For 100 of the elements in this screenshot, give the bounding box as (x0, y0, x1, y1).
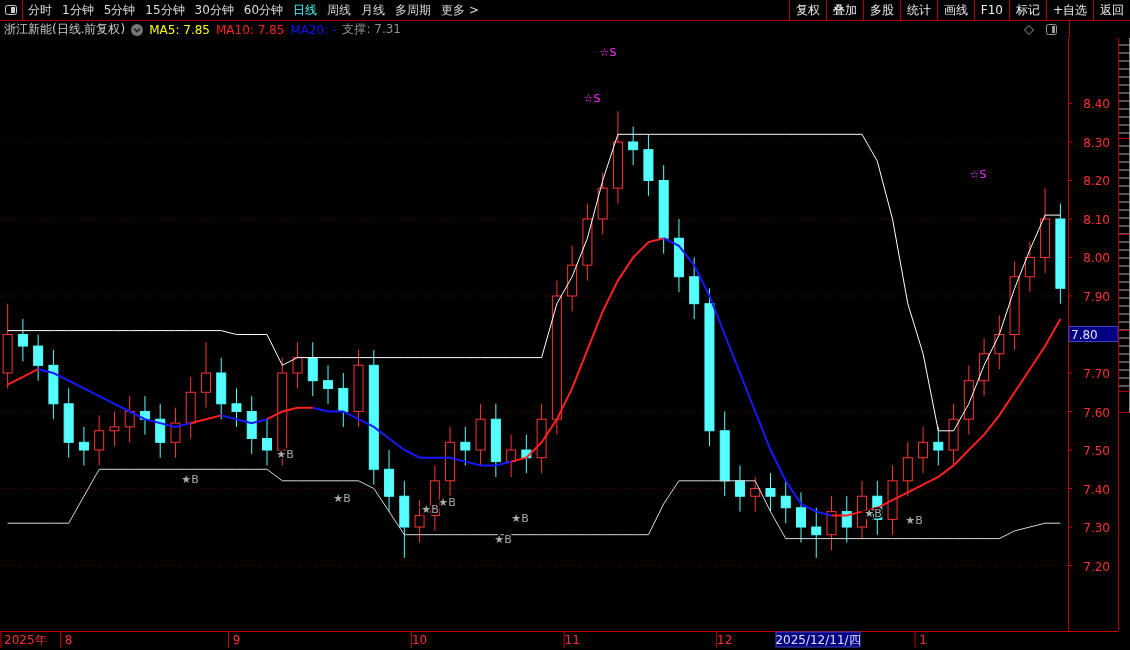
candlestick (841, 495, 852, 543)
candlestick (460, 426, 471, 466)
dropdown-icon[interactable] (131, 23, 144, 36)
candlestick (216, 357, 227, 420)
signal-marker: ★B (905, 514, 923, 527)
date-axis-label: 8 (64, 633, 73, 647)
signal-marker: ★B (181, 473, 199, 486)
candlestick (643, 133, 654, 197)
candlestick (689, 257, 700, 320)
price-axis-label: 7.70 (1083, 367, 1110, 381)
toolbar-button[interactable]: 叠加 (825, 0, 863, 20)
candlestick (139, 395, 150, 436)
toolbar-button[interactable]: 统计 (899, 0, 937, 20)
candlestick (521, 434, 532, 474)
indicator-value: 支撑: 7.31 (342, 21, 401, 38)
price-axis-label: 8.20 (1083, 174, 1110, 189)
candlestick (796, 491, 806, 543)
candlestick (887, 464, 898, 536)
period-tab[interactable]: 1分钟 (57, 0, 99, 20)
candlestick (246, 395, 257, 455)
candlestick (948, 403, 959, 466)
year-label: 2025年 (4, 633, 47, 647)
candlestick (765, 472, 776, 513)
date-axis-label: 10 (411, 633, 428, 647)
candlestick (918, 426, 929, 474)
toolbar-button[interactable]: 复权 (788, 0, 826, 20)
toolbar-button[interactable]: 返回 (1093, 0, 1130, 20)
candlestick (811, 507, 822, 559)
candlestick (307, 341, 318, 397)
period-tab[interactable]: 60分钟 (238, 0, 289, 20)
candlestick (902, 441, 913, 497)
price-axis-label: 7.90 (1083, 290, 1110, 304)
cursor-date-label: 2025/12/11/四 (775, 631, 861, 648)
price-axis-label: 7.50 (1083, 444, 1110, 458)
period-tab[interactable]: 多周期 (390, 0, 437, 20)
panel-toggle-icon[interactable] (1046, 24, 1057, 35)
candlestick (185, 376, 196, 439)
indicator-value: MA10: 7.85 (215, 22, 285, 37)
current-price-label: 7.80 (1068, 326, 1118, 342)
candlestick (963, 364, 974, 436)
price-axis-label: 7.60 (1083, 405, 1110, 420)
period-tab[interactable]: 日线 (288, 0, 323, 20)
price-axis-label: 7.40 (1083, 482, 1110, 497)
candlestick (597, 172, 608, 235)
price-axis-label: 7.20 (1083, 559, 1110, 574)
candlestick (628, 126, 639, 166)
signal-marker: ☆S (599, 46, 617, 59)
candlestick (445, 426, 456, 497)
price-axis-label: 7.30 (1083, 521, 1110, 536)
period-tab[interactable]: 更多 > (436, 0, 484, 20)
indicator-value: MA5: 7.85 (149, 22, 210, 37)
toolbar-button[interactable]: 标记 (1008, 0, 1046, 20)
candlestick (384, 449, 395, 513)
candlestick (17, 318, 28, 362)
date-axis-label: 1 (919, 633, 927, 647)
candlestick (734, 464, 745, 513)
period-tab[interactable]: 15分钟 (140, 0, 190, 20)
signal-marker: ★B (494, 533, 512, 546)
toolbar-button[interactable]: +自选 (1045, 0, 1093, 20)
candlestick (994, 314, 1005, 370)
toolbar-button[interactable]: 多股 (862, 0, 900, 20)
signal-marker: ☆S (583, 92, 601, 105)
candlestick (262, 418, 272, 466)
stock-title: 浙江新能(日线.前复权) (4, 21, 126, 38)
candlestick (979, 337, 990, 397)
candlestick (94, 414, 105, 466)
period-tab[interactable]: 分时 (23, 0, 57, 20)
period-tab[interactable]: 周线 (322, 0, 357, 20)
price-axis-label: 8.10 (1083, 213, 1110, 227)
signal-marker: ★B (511, 512, 529, 525)
candlestick (780, 480, 791, 524)
candlestick (33, 334, 44, 382)
signal-marker: ★B (333, 492, 351, 505)
candlestick (200, 341, 211, 409)
date-axis-label: 12 (717, 633, 733, 647)
toolbar-button[interactable]: F10 (973, 0, 1009, 20)
price-axis-label: 8.30 (1083, 135, 1110, 150)
candlestick (63, 387, 74, 459)
candlestick (933, 426, 944, 466)
indicator-value: MA20: - (290, 22, 337, 37)
candlestick (475, 403, 486, 466)
candlestick (506, 434, 517, 478)
candlestick (109, 411, 120, 447)
period-tab[interactable]: 30分钟 (189, 0, 239, 20)
candlestick (78, 426, 89, 466)
candlestick (170, 407, 181, 459)
price-axis-label: 8.00 (1083, 251, 1110, 266)
candlestick (292, 341, 303, 389)
signal-marker: ☆S (969, 168, 987, 181)
candlestick (536, 403, 547, 474)
candlestick (48, 349, 59, 420)
period-tab[interactable]: 5分钟 (98, 0, 141, 20)
date-axis-label: 11 (564, 633, 580, 647)
toolbar-button[interactable]: 画线 (936, 0, 974, 20)
period-tab[interactable]: 月线 (356, 0, 391, 20)
candlestick (567, 245, 578, 312)
candlestick (124, 395, 135, 443)
date-axis-label: 9 (232, 633, 241, 647)
candlestick (826, 495, 837, 551)
candlestick (750, 476, 761, 513)
